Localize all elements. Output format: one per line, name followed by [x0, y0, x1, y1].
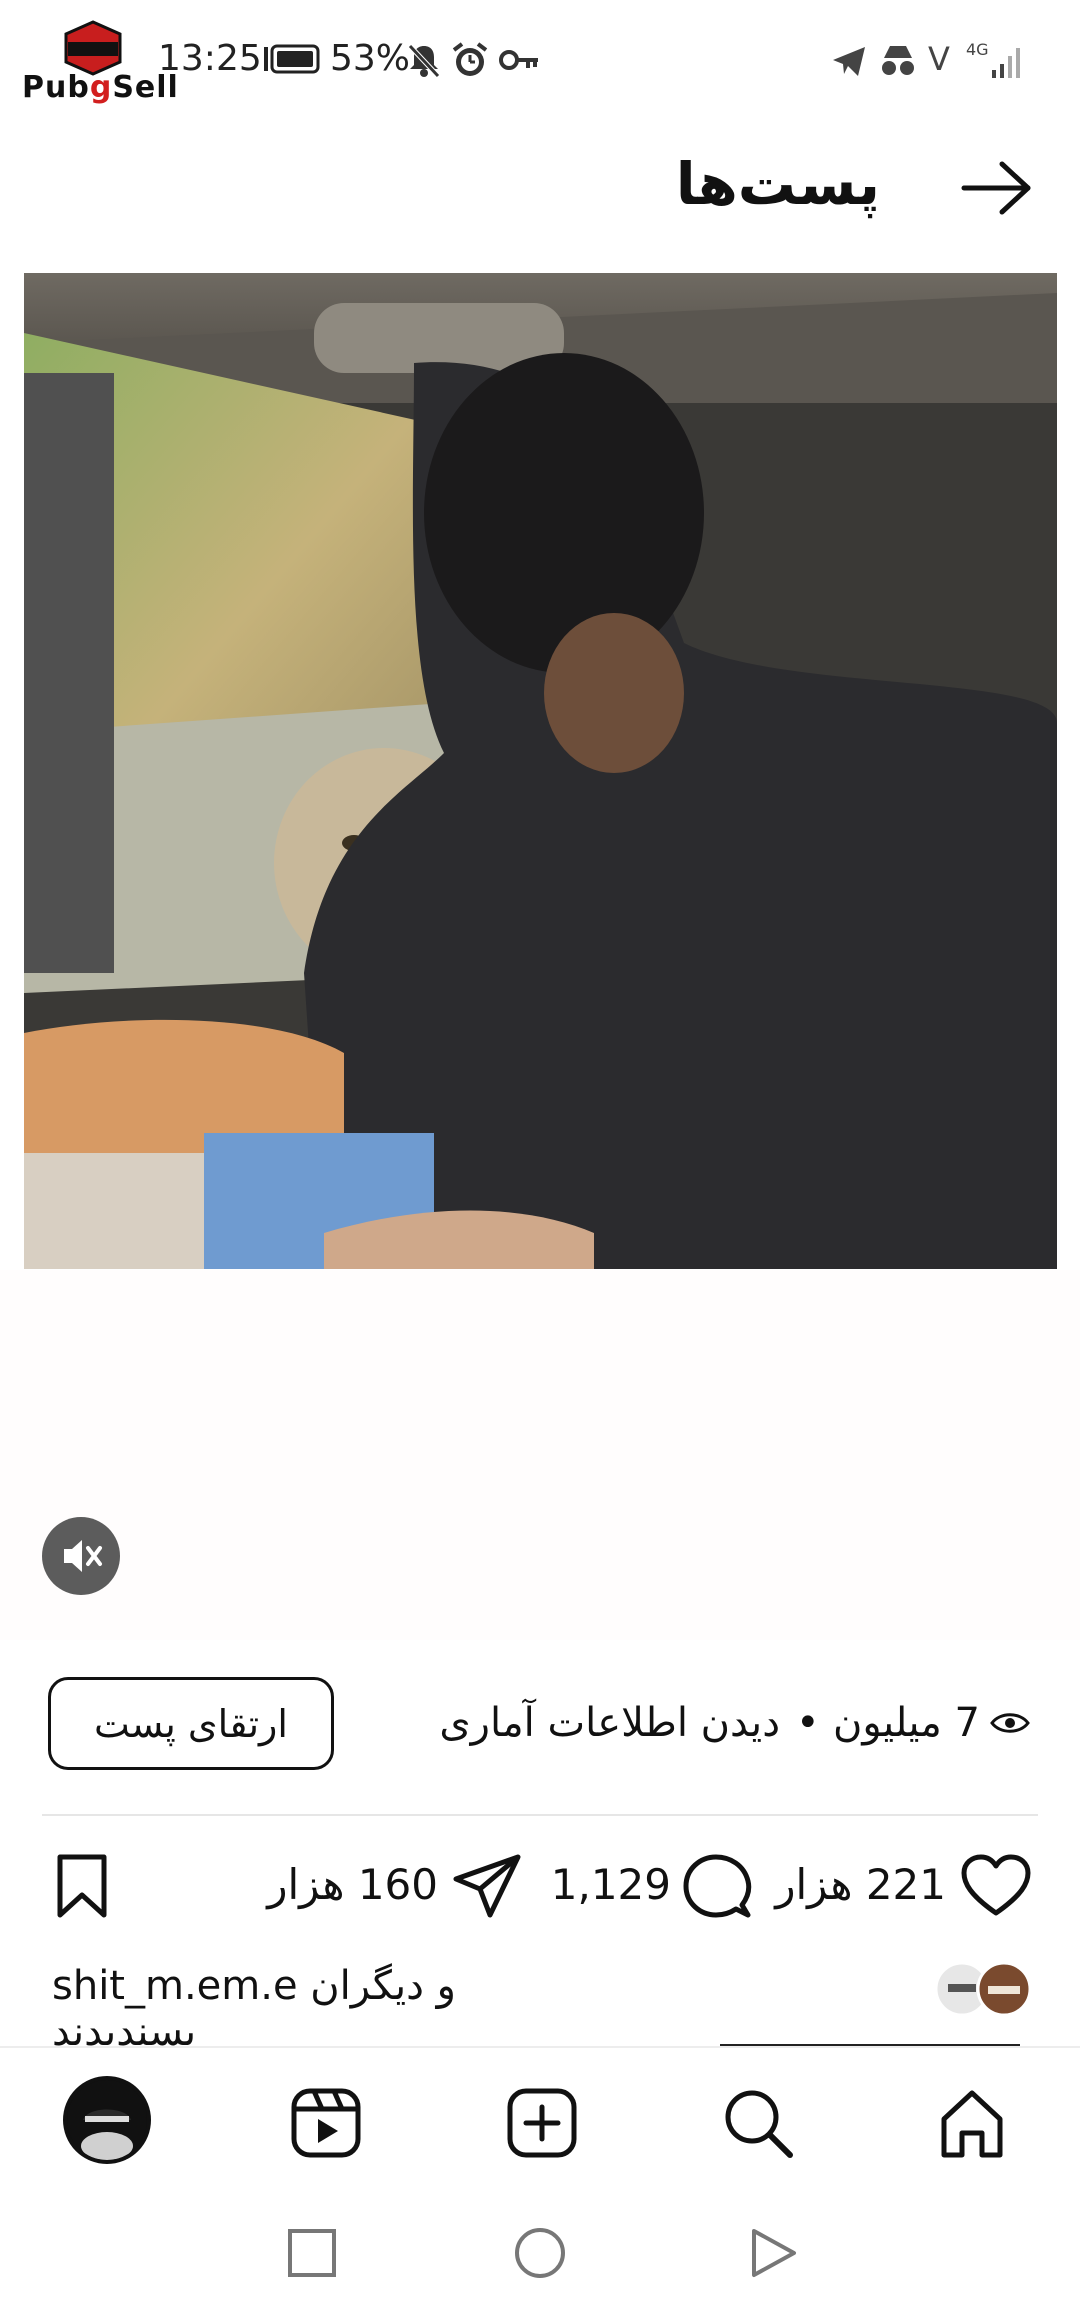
- profile-avatar[interactable]: [63, 2076, 151, 2164]
- top-app-bar: [0, 125, 1080, 265]
- network-type: 4G: [966, 40, 989, 59]
- boost-post-button[interactable]: ارتقای پست: [48, 1677, 334, 1770]
- arrow-icon[interactable]: [960, 160, 1032, 216]
- watermark-badge-icon: [64, 20, 122, 76]
- post-video[interactable]: [24, 273, 1057, 1269]
- carrier-badge: V: [928, 40, 950, 78]
- clock: 13:25: [158, 38, 262, 79]
- alarm-icon: [452, 42, 488, 76]
- mute-toggle-button[interactable]: [42, 1517, 120, 1595]
- comment-icon[interactable]: [682, 1853, 752, 1919]
- battery-icon: [264, 44, 320, 74]
- send-icon[interactable]: [452, 1853, 522, 1919]
- profile-avatar-icon: [67, 2080, 147, 2160]
- liked-by-username[interactable]: shit_m.em.e: [52, 1963, 298, 2009]
- mute-icon: [408, 44, 440, 78]
- search-icon[interactable]: [720, 2085, 796, 2161]
- home-icon[interactable]: [934, 2085, 1010, 2161]
- video-extended-area: [0, 1270, 1080, 1640]
- heart-icon[interactable]: [960, 1853, 1032, 1919]
- shares-count[interactable]: 160 هزار: [258, 1860, 438, 1909]
- divider: [42, 1814, 1038, 1816]
- boost-post-label: ارتقای پست: [94, 1701, 288, 1746]
- liked-by-text: shit_m.em.e و دیگران پسندیدند: [52, 1963, 612, 2055]
- back-triangle-icon[interactable]: [744, 2225, 800, 2281]
- signal-icon: [992, 48, 1020, 78]
- telegram-icon: [833, 47, 865, 76]
- eye-icon: [990, 1713, 1030, 1733]
- reels-icon[interactable]: [288, 2085, 364, 2161]
- watermark-brand: PubgSell: [22, 70, 179, 105]
- liked-by-avatars[interactable]: [934, 1960, 1034, 2018]
- battery-percent: 53%: [330, 38, 411, 79]
- separator-dot: •: [796, 1700, 820, 1746]
- key-icon: [499, 50, 538, 70]
- bookmark-icon[interactable]: [54, 1853, 110, 1919]
- create-icon[interactable]: [504, 2085, 580, 2161]
- comments-count[interactable]: 1,129: [551, 1860, 671, 1909]
- views-count: 7 میلیون: [832, 1700, 980, 1746]
- muted-audio-icon: [64, 1540, 102, 1572]
- likes-count[interactable]: 221 هزار: [775, 1860, 946, 1909]
- avatar-stack-icon: [934, 1961, 1032, 2017]
- page-title: پست‌ها: [675, 150, 880, 218]
- home-circle-icon[interactable]: [512, 2225, 568, 2281]
- view-insights-link[interactable]: دیدن اطلاعات آماری: [420, 1700, 780, 1746]
- incognito-icon: [882, 46, 914, 75]
- watermark-logo: PubgSell: [22, 20, 179, 116]
- video-frame-image: [24, 273, 1057, 1269]
- recents-square-icon[interactable]: [284, 2225, 340, 2281]
